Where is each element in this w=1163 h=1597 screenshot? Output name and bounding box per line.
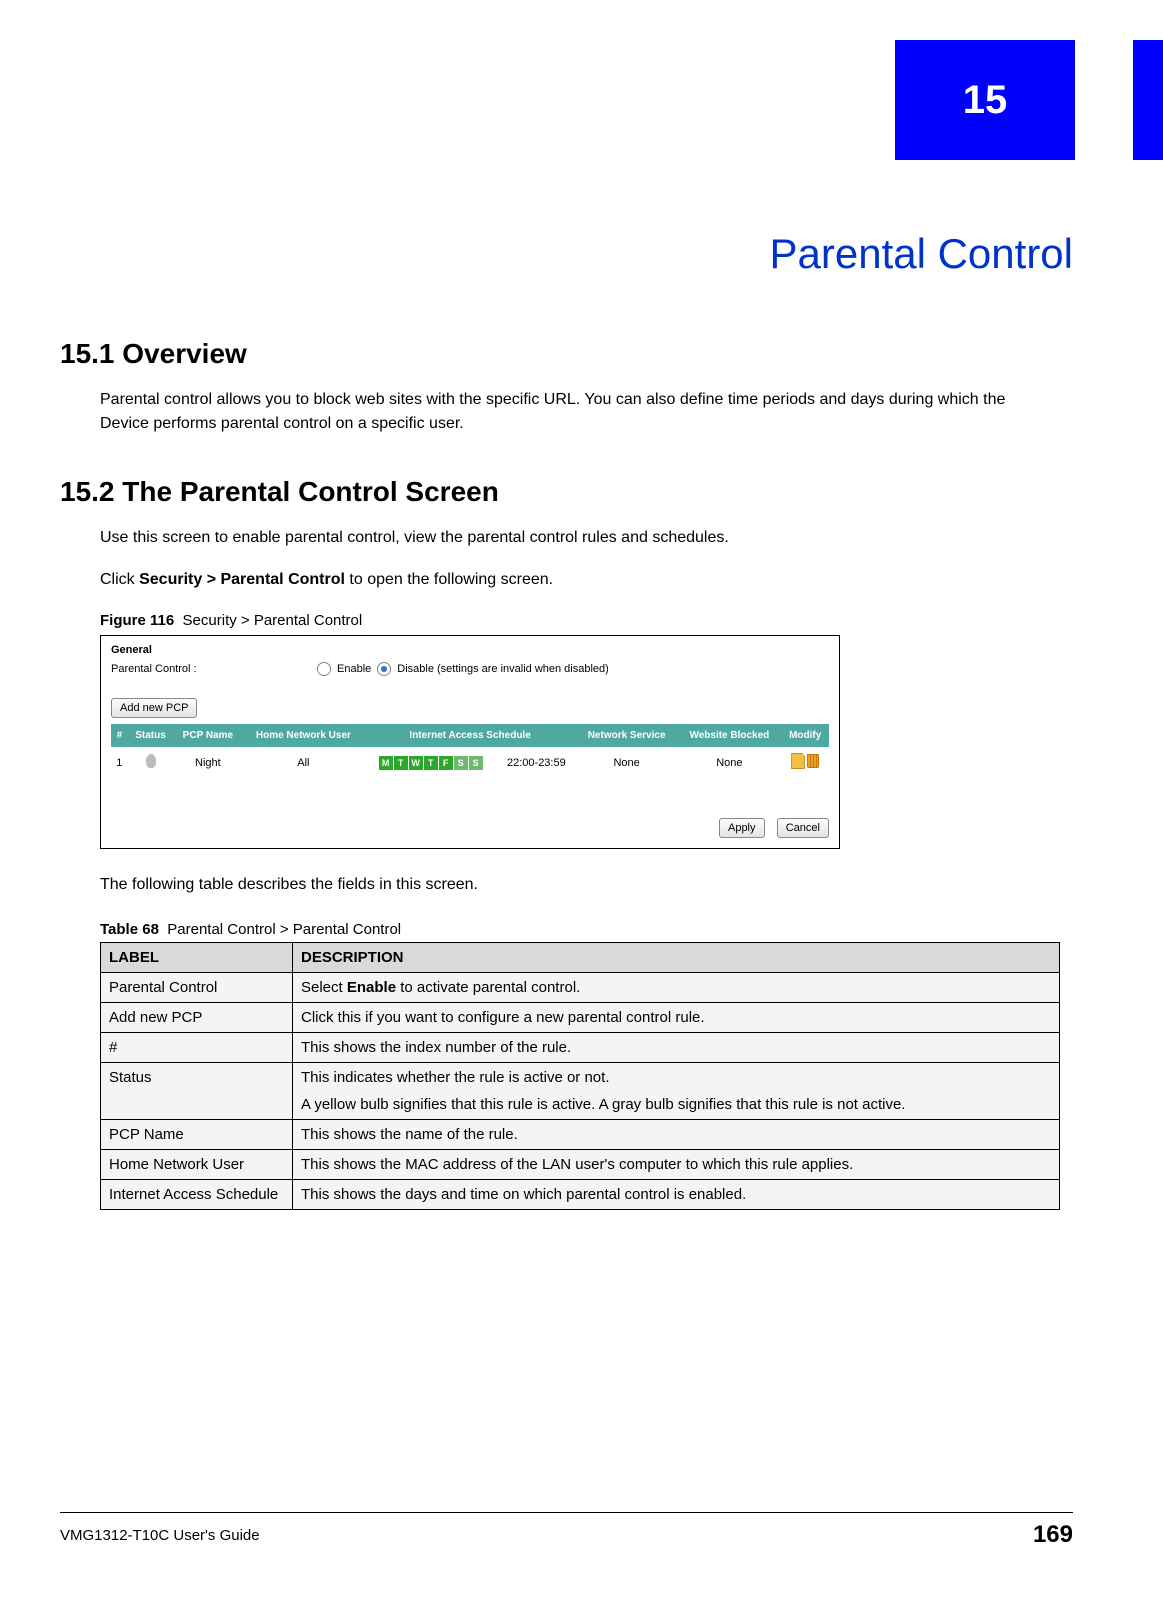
radio-disable-label: Disable (settings are invalid when disab… [397, 663, 609, 675]
chapter-number: 15 [963, 78, 1008, 123]
ss-row-parental-control: Parental Control : Enable Disable (setti… [111, 662, 829, 676]
cell-label: # [101, 1033, 293, 1063]
cell-desc: Select Enable to activate parental contr… [293, 973, 1060, 1003]
ss-label-parental: Parental Control : [111, 663, 311, 675]
day-su: S [469, 756, 483, 770]
th-schedule: Internet Access Schedule [364, 724, 575, 747]
cancel-button[interactable]: Cancel [777, 818, 829, 838]
day-w: W [409, 756, 423, 770]
text: Click [100, 571, 139, 588]
text: to open the following screen. [345, 571, 553, 588]
cell-desc: Click this if you want to configure a ne… [293, 1003, 1060, 1033]
table-row: PCP Name This shows the name of the rule… [101, 1120, 1060, 1150]
chapter-tab-edge [1133, 40, 1163, 160]
radio-enable[interactable] [317, 662, 331, 676]
table-row: Internet Access Schedule This shows the … [101, 1180, 1060, 1210]
bold-text: Enable [347, 979, 396, 996]
page-footer: VMG1312-T10C User's Guide 169 [60, 1512, 1073, 1549]
text: Select [301, 979, 347, 996]
day-t: T [394, 756, 408, 770]
screen-body-2: Click Security > Parental Control to ope… [100, 568, 1020, 592]
ss-footer: Apply Cancel [111, 818, 829, 838]
cell-label: Internet Access Schedule [101, 1180, 293, 1210]
cell-user: All [242, 747, 364, 778]
th-user: Home Network User [242, 724, 364, 747]
cell-label: Home Network User [101, 1150, 293, 1180]
cell-desc: This shows the days and time on which pa… [293, 1180, 1060, 1210]
cell-days: M T W T F S S [364, 747, 497, 778]
apply-button[interactable]: Apply [719, 818, 765, 838]
table-caption-text: Parental Control > Parental Control [167, 921, 401, 938]
radio-disable[interactable] [377, 662, 391, 676]
after-figure-text: The following table describes the fields… [100, 873, 1020, 897]
th-description: DESCRIPTION [293, 943, 1060, 973]
radio-enable-label: Enable [337, 663, 371, 675]
text: This indicates whether the rule is activ… [301, 1069, 1051, 1086]
table-caption: Table 68 Parental Control > Parental Con… [100, 921, 1073, 938]
cell-pcp: Night [173, 747, 242, 778]
cell-blocked: None [677, 747, 781, 778]
table-row: Home Network User This shows the MAC add… [101, 1150, 1060, 1180]
screenshot-parental-control: General Parental Control : Enable Disabl… [100, 635, 840, 849]
cell-desc: This shows the name of the rule. [293, 1120, 1060, 1150]
ss-rules-table: # Status PCP Name Home Network User Inte… [111, 724, 829, 778]
cell-num: 1 [111, 747, 128, 778]
cell-service: None [576, 747, 678, 778]
th-service: Network Service [576, 724, 678, 747]
th-blocked: Website Blocked [677, 724, 781, 747]
trash-icon[interactable] [807, 754, 819, 768]
table-label: Table 68 [100, 921, 159, 938]
figure-caption-text: Security > Parental Control [183, 612, 363, 629]
table-row: Add new PCP Click this if you want to co… [101, 1003, 1060, 1033]
figure-caption: Figure 116 Security > Parental Control [100, 612, 1073, 629]
cell-desc: This shows the index number of the rule. [293, 1033, 1060, 1063]
description-table: LABEL DESCRIPTION Parental Control Selec… [100, 942, 1060, 1210]
cell-label: Parental Control [101, 973, 293, 1003]
chapter-title: Parental Control [60, 230, 1073, 278]
screen-body-1: Use this screen to enable parental contr… [100, 526, 1020, 550]
th-num: # [111, 724, 128, 747]
table-row: # This shows the index number of the rul… [101, 1033, 1060, 1063]
cell-label: Add new PCP [101, 1003, 293, 1033]
overview-body: Parental control allows you to block web… [100, 388, 1020, 436]
nav-path-bold: Security > Parental Control [139, 571, 345, 588]
cell-modify [781, 747, 829, 778]
cell-status [128, 747, 174, 778]
th-pcp: PCP Name [173, 724, 242, 747]
table-row: Parental Control Select Enable to activa… [101, 973, 1060, 1003]
cell-desc: This indicates whether the rule is activ… [293, 1063, 1060, 1120]
th-status: Status [128, 724, 174, 747]
table-row: 1 Night All M T W T F S S [111, 747, 829, 778]
chapter-number-box: 15 [895, 40, 1075, 160]
cell-desc: This shows the MAC address of the LAN us… [293, 1150, 1060, 1180]
day-boxes: M T W T F S S [379, 756, 483, 770]
edit-icon[interactable] [791, 753, 805, 769]
day-s: S [454, 756, 468, 770]
section-heading-overview: 15.1 Overview [60, 338, 1073, 370]
th-modify: Modify [781, 724, 829, 747]
cell-label: Status [101, 1063, 293, 1120]
section-heading-screen: 15.2 The Parental Control Screen [60, 476, 1073, 508]
cell-label: PCP Name [101, 1120, 293, 1150]
ss-section-general: General [111, 644, 829, 656]
table-row: Status This indicates whether the rule i… [101, 1063, 1060, 1120]
th-label: LABEL [101, 943, 293, 973]
text: A yellow bulb signifies that this rule i… [301, 1096, 1051, 1113]
footer-guide: VMG1312-T10C User's Guide [60, 1527, 260, 1544]
day-th: T [424, 756, 438, 770]
page-number: 169 [1033, 1521, 1073, 1549]
day-m: M [379, 756, 393, 770]
bulb-icon [146, 754, 156, 768]
cell-time: 22:00-23:59 [497, 747, 576, 778]
add-new-pcp-button[interactable]: Add new PCP [111, 698, 197, 718]
text: to activate parental control. [396, 979, 580, 996]
day-f: F [439, 756, 453, 770]
figure-label: Figure 116 [100, 612, 174, 629]
page: 15 Parental Control 15.1 Overview Parent… [0, 0, 1163, 1597]
